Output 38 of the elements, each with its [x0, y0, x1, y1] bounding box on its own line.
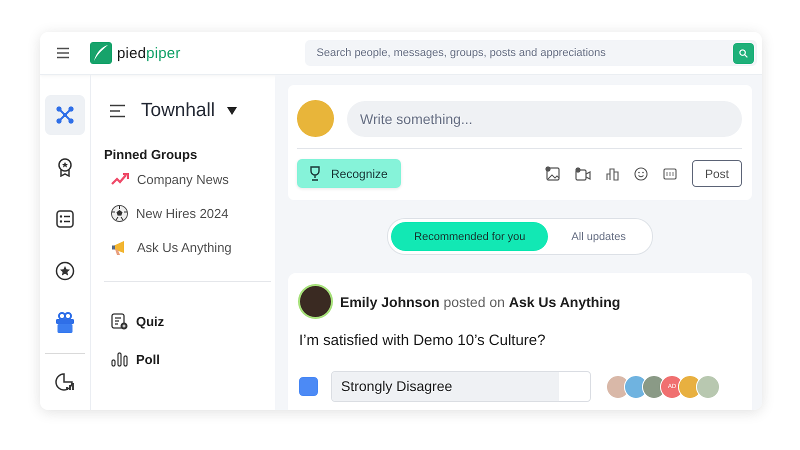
post-input[interactable]: Write something...: [347, 100, 742, 136]
soccer-ball-icon: [111, 204, 128, 222]
search-bar[interactable]: Search people, messages, groups, posts and appreciations: [304, 40, 757, 66]
avatar: [300, 286, 331, 317]
tool-link[interactable]: Poll: [136, 352, 160, 366]
emoji-icon[interactable]: [634, 166, 648, 180]
logo-text: piedpiper: [117, 44, 181, 62]
avatar: [297, 100, 334, 137]
caret-icon[interactable]: [226, 107, 237, 115]
bar-chart-icon[interactable]: [606, 166, 619, 180]
quiz-icon: [111, 312, 128, 330]
post-byline: Emily Johnson posted on Ask Us Anything: [340, 294, 620, 310]
group-title: Townhall: [141, 100, 215, 122]
post-button[interactable]: Post: [692, 160, 742, 187]
gif-icon[interactable]: [662, 168, 677, 180]
trend-icon: [111, 173, 129, 185]
bar-chart-icon: [111, 351, 128, 367]
recognize-button[interactable]: Recognize: [297, 159, 401, 188]
group-link[interactable]: New Hires 2024: [136, 206, 228, 220]
search-button[interactable]: [732, 42, 754, 64]
poll-question: I’m satisfied with Demo 10’s Culture?: [299, 332, 546, 349]
menu-icon[interactable]: [109, 104, 126, 118]
section-title: Pinned Groups: [104, 147, 198, 162]
poll-checkbox[interactable]: [299, 377, 318, 396]
menu-icon[interactable]: [56, 47, 70, 59]
search-field[interactable]: Search people, messages, groups, posts and appreciations: [314, 46, 733, 60]
trophy-icon: [308, 166, 322, 181]
tool-link[interactable]: Quiz: [136, 314, 164, 328]
network-icon[interactable]: [45, 95, 85, 135]
feed-tab[interactable]: Recommended for you: [391, 222, 548, 251]
search-icon: [738, 48, 748, 58]
poll-option[interactable]: Strongly Disagree: [331, 371, 591, 402]
add-image-icon[interactable]: [544, 166, 560, 181]
feather-logo-icon: [90, 42, 112, 64]
group-link[interactable]: Company News: [137, 172, 229, 186]
add-video-icon[interactable]: [574, 166, 591, 180]
group-link[interactable]: Ask Us Anything: [137, 240, 232, 254]
feed-tab[interactable]: All updates: [548, 222, 649, 251]
